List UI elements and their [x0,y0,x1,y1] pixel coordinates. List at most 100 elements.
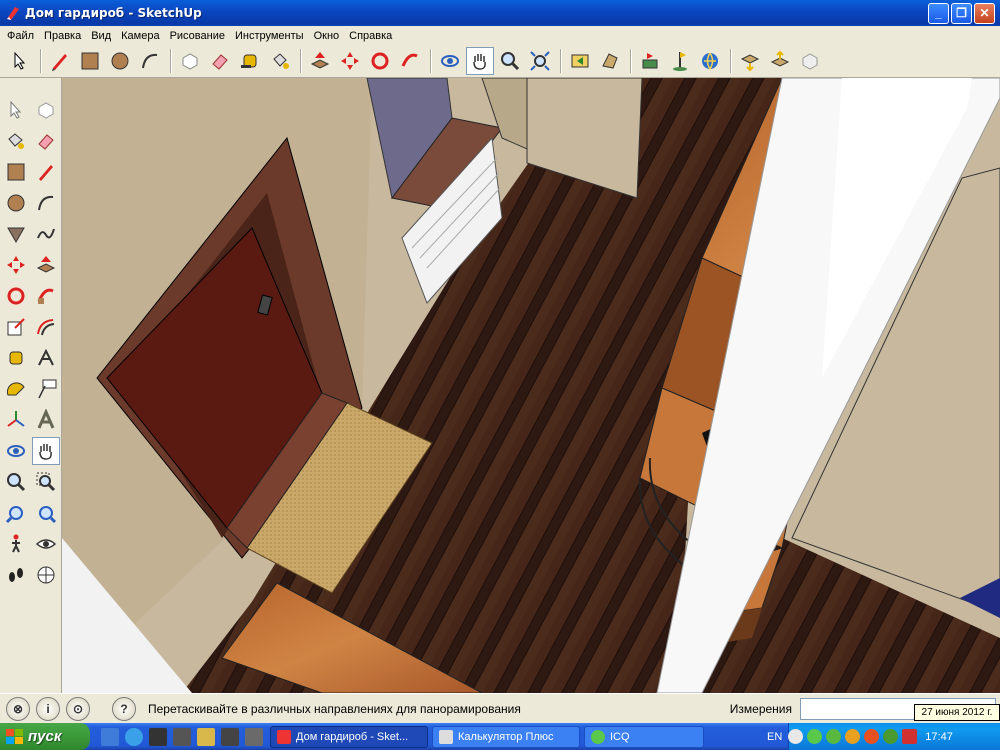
toolbar-separator [560,49,562,73]
previous-view-icon[interactable] [566,47,594,75]
zoom-extents-icon[interactable] [2,499,30,527]
look-around-icon[interactable] [32,530,60,558]
offset-icon[interactable] [32,313,60,341]
rectangle-icon[interactable] [2,158,30,186]
tape-measure-icon[interactable] [2,344,30,372]
zoom-icon[interactable] [496,47,524,75]
3d-viewport[interactable] [62,78,1000,693]
footprints-icon[interactable] [2,561,30,589]
pencil-icon[interactable] [32,158,60,186]
calculator-icon [439,729,453,744]
follow-me-icon[interactable] [396,47,424,75]
sketchup-icon [277,729,291,744]
add-location-icon[interactable] [636,47,664,75]
paint-bucket-icon[interactable] [266,47,294,75]
rectangle-icon[interactable] [76,47,104,75]
volume-icon[interactable] [788,729,804,744]
scale-icon[interactable] [2,313,30,341]
eraser-icon[interactable] [206,47,234,75]
eraser-icon[interactable] [32,127,60,155]
previous-view-icon[interactable] [32,499,60,527]
hq-icon[interactable] [221,727,239,746]
folder-icon[interactable] [197,727,215,746]
update-icon[interactable] [845,729,861,744]
clock: 17:47 [925,730,953,743]
circle-icon[interactable] [2,189,30,217]
acrobat-icon[interactable] [902,729,918,744]
move-icon[interactable] [336,47,364,75]
get-component-icon[interactable] [796,47,824,75]
task-icq[interactable]: ICQ [584,725,704,748]
freehand-icon[interactable] [32,220,60,248]
get-models-icon[interactable] [696,47,724,75]
pan-icon[interactable] [466,47,494,75]
rotate-icon[interactable] [366,47,394,75]
minimize-button[interactable]: _ [928,2,949,24]
orbit-icon[interactable] [436,47,464,75]
make-component-icon[interactable] [32,96,60,124]
toolbar-separator [40,49,42,73]
icq-tray-icon[interactable] [807,729,823,744]
follow-me-icon[interactable] [32,282,60,310]
rotate-icon[interactable] [2,282,30,310]
dimension-icon[interactable] [32,344,60,372]
task-calculator[interactable]: Калькулятор Плюс [432,725,580,748]
push-pull-icon[interactable] [32,251,60,279]
close-button[interactable]: ✕ [974,2,995,24]
text-icon[interactable] [32,375,60,403]
zoom-icon[interactable] [2,468,30,496]
ie-icon[interactable] [125,727,143,746]
menu-help[interactable]: Справка [344,30,397,42]
menu-tools[interactable]: Инструменты [230,30,309,42]
date-tooltip: 27 июня 2012 г. [914,704,1000,721]
pencil-icon[interactable] [46,47,74,75]
desktop-icon[interactable] [101,727,119,746]
zoom-extents-icon[interactable] [526,47,554,75]
3d-text-icon[interactable] [32,406,60,434]
protractor-icon[interactable] [2,375,30,403]
axes-icon[interactable] [2,406,30,434]
move-icon[interactable] [2,251,30,279]
menu-draw[interactable]: Рисование [165,30,230,42]
title-bar: Дом гардироб - SketchUp _ ❐ ✕ [0,0,1000,26]
user-icon[interactable]: ⊙ [66,696,90,721]
credits-icon[interactable]: i [36,696,60,721]
pan-icon[interactable] [32,437,60,465]
language-indicator[interactable]: EN [767,731,782,743]
polygon-icon[interactable] [2,220,30,248]
zoom-window-icon[interactable] [32,468,60,496]
select-icon[interactable] [6,47,34,75]
network-icon[interactable] [826,729,842,744]
arc-icon[interactable] [136,47,164,75]
menu-camera[interactable]: Камера [116,30,164,42]
menu-view[interactable]: Вид [86,30,116,42]
emule-icon[interactable] [173,727,191,746]
menu-window[interactable]: Окно [309,30,345,42]
maximize-button[interactable]: ❐ [951,2,972,24]
media-icon[interactable] [149,727,167,746]
arc-icon[interactable] [32,189,60,217]
app-icon[interactable] [245,727,263,746]
geo-location-icon[interactable]: ⊗ [6,696,30,721]
start-button[interactable]: пуск [0,723,90,750]
upload-icon[interactable] [766,47,794,75]
walk-icon[interactable] [2,530,30,558]
menu-edit[interactable]: Правка [39,30,86,42]
menu-file[interactable]: Файл [2,30,39,42]
make-component-icon[interactable] [176,47,204,75]
select-icon[interactable] [2,96,30,124]
antivirus-icon[interactable] [883,729,899,744]
toggle-terrain-icon[interactable] [666,47,694,75]
help-icon[interactable]: ? [112,696,136,721]
push-pull-icon[interactable] [306,47,334,75]
tape-measure-icon[interactable] [236,47,264,75]
paint-bucket-icon[interactable] [2,127,30,155]
task-sketchup[interactable]: Дом гардироб - Sket... [270,725,428,748]
orbit-icon[interactable] [2,437,30,465]
next-view-icon[interactable] [596,47,624,75]
opera-icon[interactable] [864,729,880,744]
share-model-icon[interactable] [736,47,764,75]
position-camera-icon[interactable] [32,561,60,589]
circle-icon[interactable] [106,47,134,75]
window-title: Дом гардироб - SketchUp [25,6,202,20]
